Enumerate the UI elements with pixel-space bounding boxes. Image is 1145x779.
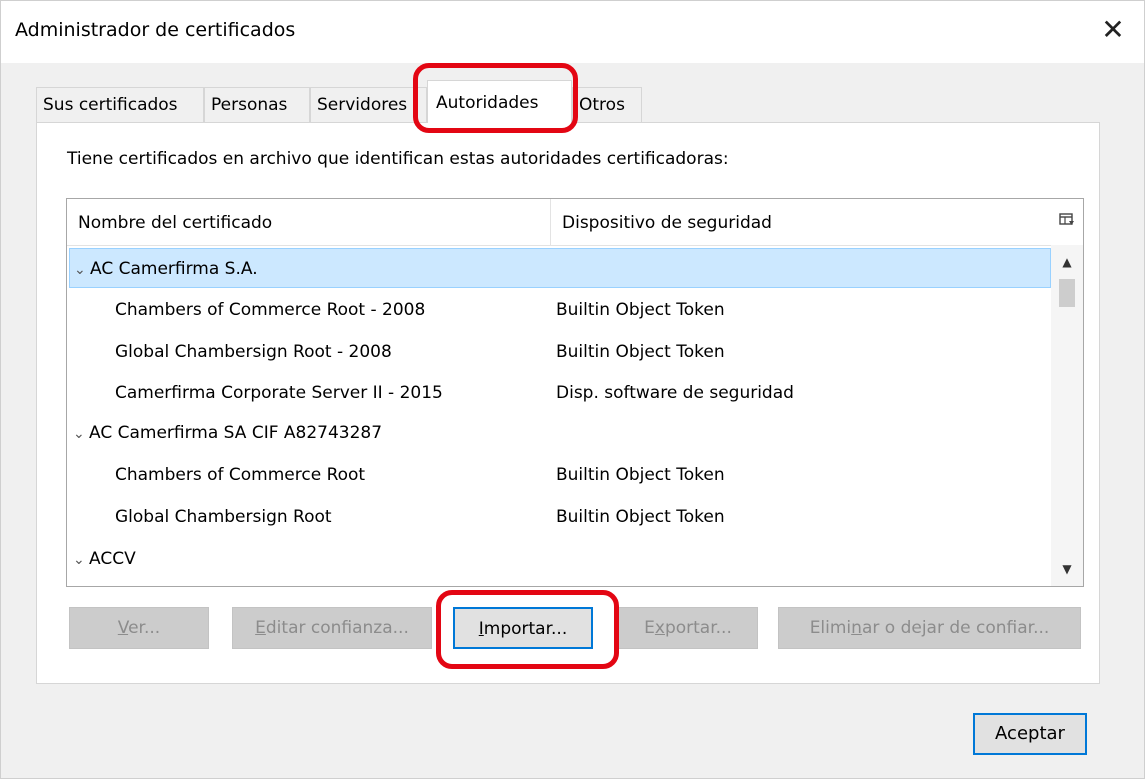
certificate-tree[interactable]: Nombre del certificado Dispositivo de se… <box>66 198 1084 587</box>
button-label-part: Elimi <box>809 618 852 638</box>
scroll-up-icon[interactable]: ▲ <box>1051 247 1083 277</box>
button-accesskey: E <box>255 618 266 638</box>
cert-device: Builtin Object Token <box>556 465 725 485</box>
tab-label: Otros <box>579 95 625 115</box>
title-bar: Administrador de certificados ✕ <box>1 1 1144 63</box>
column-picker-icon[interactable] <box>1059 213 1075 231</box>
group-name: ⌄ ACCV <box>73 539 136 580</box>
group-label: ACCV <box>89 549 136 569</box>
tree-group-row[interactable]: ⌄ ACCV <box>69 539 1051 579</box>
tab-label: Servidores <box>317 95 408 115</box>
group-name: ⌄ AC Camerfirma S.A. <box>74 249 258 290</box>
window-title: Administrador de certificados <box>15 19 296 41</box>
aceptar-button[interactable]: Aceptar <box>973 713 1087 755</box>
cert-device: Disp. software de seguridad <box>556 383 794 403</box>
column-header-name[interactable]: Nombre del certificado <box>78 199 272 245</box>
tab-personas[interactable]: Personas <box>204 87 310 122</box>
scroll-thumb[interactable] <box>1059 279 1075 307</box>
tree-group-row[interactable]: ⌄ AC Camerfirma SA CIF A82743287 <box>69 413 1051 453</box>
group-label: AC Camerfirma S.A. <box>90 259 258 279</box>
tab-otros[interactable]: Otros <box>572 87 642 122</box>
tab-label: Personas <box>211 95 288 115</box>
eliminar-button[interactable]: Eliminar o dejar de confiar... <box>778 607 1081 649</box>
group-name: ⌄ AC Camerfirma SA CIF A82743287 <box>73 413 382 454</box>
importar-button[interactable]: Importar... <box>453 607 593 649</box>
close-icon[interactable]: ✕ <box>1096 13 1130 47</box>
chevron-down-icon[interactable]: ⌄ <box>73 540 89 580</box>
tree-row[interactable]: Chambers of Commerce Root Builtin Object… <box>69 455 1051 495</box>
cert-device: Builtin Object Token <box>556 300 725 320</box>
button-accesskey: V <box>117 618 129 638</box>
cert-device: Builtin Object Token <box>556 507 725 527</box>
ver-button[interactable]: Ver... <box>69 607 209 649</box>
column-divider[interactable] <box>550 199 551 245</box>
exportar-button[interactable]: Exportar... <box>618 607 758 649</box>
cert-name: Chambers of Commerce Root - 2008 <box>115 300 426 320</box>
tree-row[interactable]: Chambers of Commerce Root - 2008 Builtin… <box>69 290 1051 330</box>
cert-name: Global Chambersign Root - 2008 <box>115 342 392 362</box>
tab-servidores[interactable]: Servidores <box>310 87 427 122</box>
cert-name: Camerfirma Corporate Server II - 2015 <box>115 383 443 403</box>
button-label-part: ar o dejar de confiar... <box>861 618 1050 638</box>
tree-header: Nombre del certificado Dispositivo de se… <box>67 199 1083 246</box>
group-label: AC Camerfirma SA CIF A82743287 <box>89 423 383 443</box>
tab-autoridades[interactable]: Autoridades <box>427 80 572 123</box>
button-label-part: E <box>644 618 655 638</box>
scroll-down-icon[interactable]: ▼ <box>1051 554 1083 584</box>
cert-name: Global Chambersign Root <box>115 507 332 527</box>
chevron-down-icon[interactable]: ⌄ <box>73 414 89 454</box>
tree-row[interactable]: Global Chambersign Root - 2008 Builtin O… <box>69 332 1051 372</box>
cert-device: Builtin Object Token <box>556 342 725 362</box>
button-label-part: mportar... <box>483 619 568 639</box>
certificate-manager-dialog: Administrador de certificados ✕ Sus cert… <box>0 0 1145 779</box>
intro-text: Tiene certificados en archivo que identi… <box>67 149 729 169</box>
tab-sus-certificados[interactable]: Sus certificados <box>36 87 204 122</box>
button-label-part: portar... <box>664 618 732 638</box>
button-label-part: ditar confianza... <box>265 618 409 638</box>
tree-row[interactable]: Global Chambersign Root Builtin Object T… <box>69 497 1051 537</box>
button-label-part: er... <box>128 618 161 638</box>
chevron-down-icon[interactable]: ⌄ <box>74 250 90 290</box>
button-accesskey: x <box>654 618 665 638</box>
tab-label: Sus certificados <box>43 95 178 115</box>
column-header-device[interactable]: Dispositivo de seguridad <box>562 199 772 245</box>
tree-group-row[interactable]: ⌄ AC Camerfirma S.A. <box>69 248 1051 288</box>
vertical-scrollbar[interactable]: ▲ ▼ <box>1051 245 1083 586</box>
button-accesskey: n <box>851 618 862 638</box>
tree-row[interactable]: Camerfirma Corporate Server II - 2015 Di… <box>69 373 1051 413</box>
cert-name: Chambers of Commerce Root <box>115 465 366 485</box>
editar-confianza-button[interactable]: Editar confianza... <box>232 607 432 649</box>
tab-label: Autoridades <box>436 93 539 113</box>
